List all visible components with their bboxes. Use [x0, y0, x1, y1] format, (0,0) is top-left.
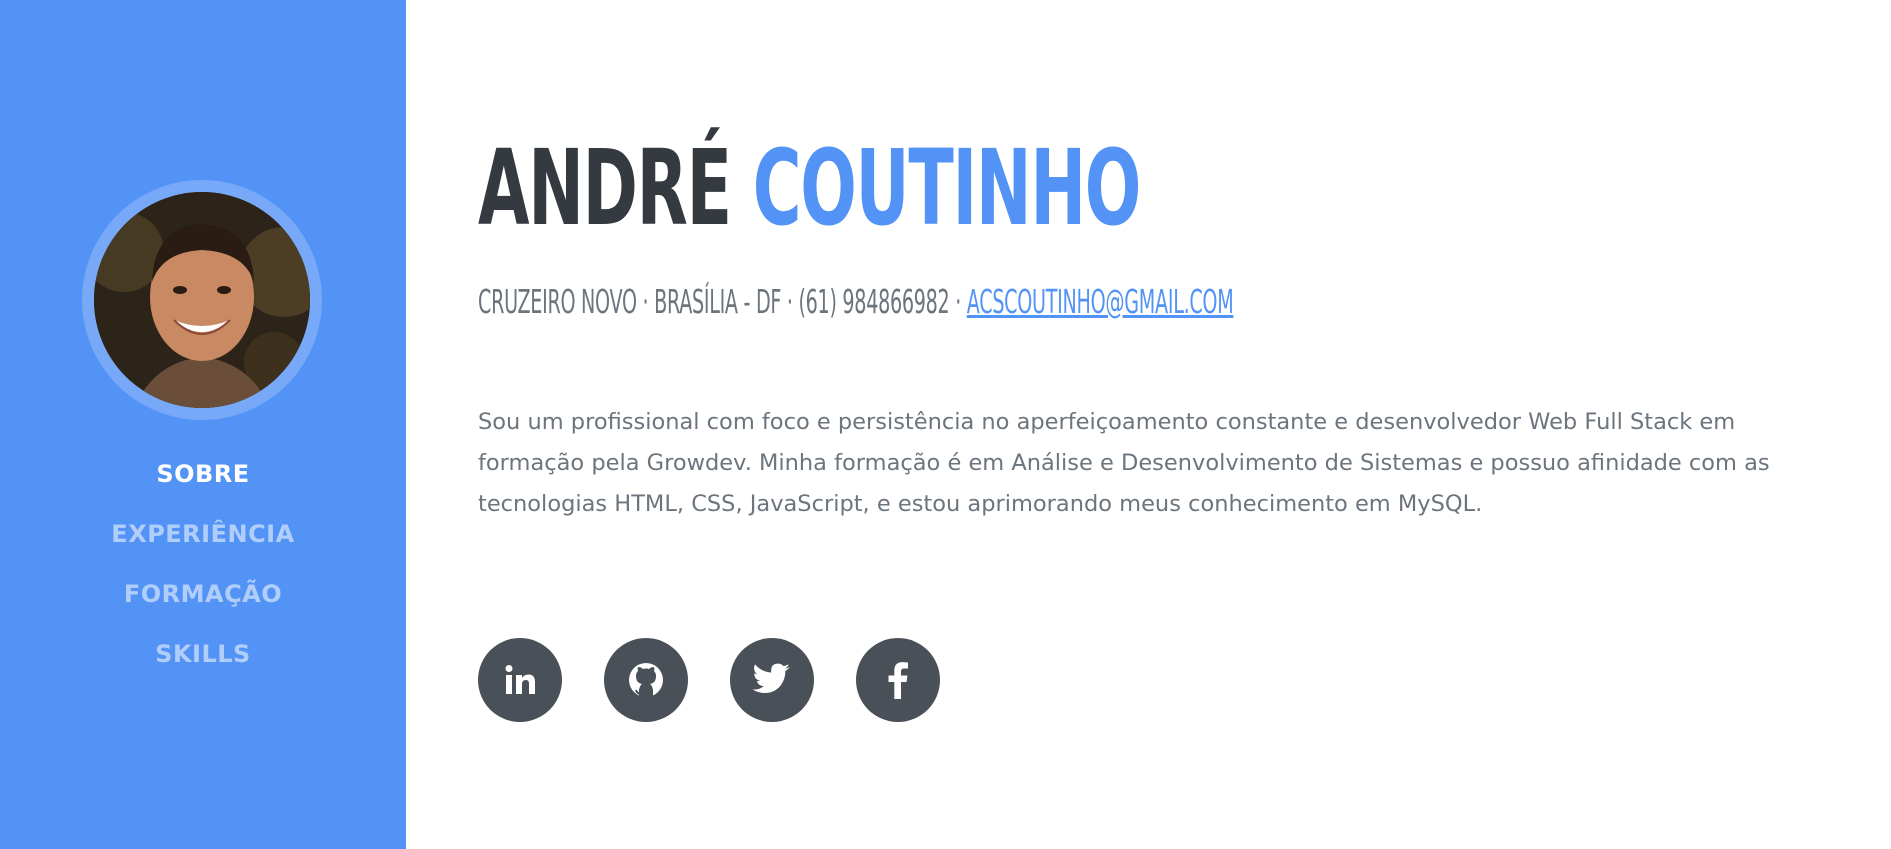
sidebar: SOBRE EXPERIÊNCIA FORMAÇÃO SKILLS: [0, 0, 406, 849]
facebook-icon: [887, 661, 909, 699]
email-link[interactable]: ACSCOUTINHO@GMAIL.COM: [967, 282, 1234, 321]
nav-item-sobre[interactable]: SOBRE: [0, 454, 406, 514]
bio-text: Sou um profissional com foco e persistên…: [478, 409, 1770, 517]
nav-item-formacao[interactable]: FORMAÇÃO: [0, 574, 406, 634]
last-name: COUTINHO: [752, 127, 1142, 249]
avatar-ring: [82, 180, 322, 420]
linkedin-button[interactable]: [478, 638, 562, 722]
nav-item-skills[interactable]: SKILLS: [0, 634, 406, 694]
avatar: [94, 192, 310, 408]
twitter-icon: [752, 663, 792, 697]
github-icon: [627, 661, 665, 699]
linkedin-icon: [502, 662, 538, 698]
profile-name: ANDRÉ COUTINHO: [478, 127, 1142, 249]
nav-item-experiencia[interactable]: EXPERIÊNCIA: [0, 514, 406, 574]
twitter-button[interactable]: [730, 638, 814, 722]
social-links: [478, 638, 940, 722]
contact-info: CRUZEIRO NOVO · BRASÍLIA - DF · (61) 984…: [478, 282, 1234, 322]
github-button[interactable]: [604, 638, 688, 722]
first-name: ANDRÉ: [478, 127, 732, 249]
facebook-button[interactable]: [856, 638, 940, 722]
nav-menu: SOBRE EXPERIÊNCIA FORMAÇÃO SKILLS: [0, 454, 406, 694]
address-text: CRUZEIRO NOVO · BRASÍLIA - DF · (61) 984…: [478, 282, 967, 321]
